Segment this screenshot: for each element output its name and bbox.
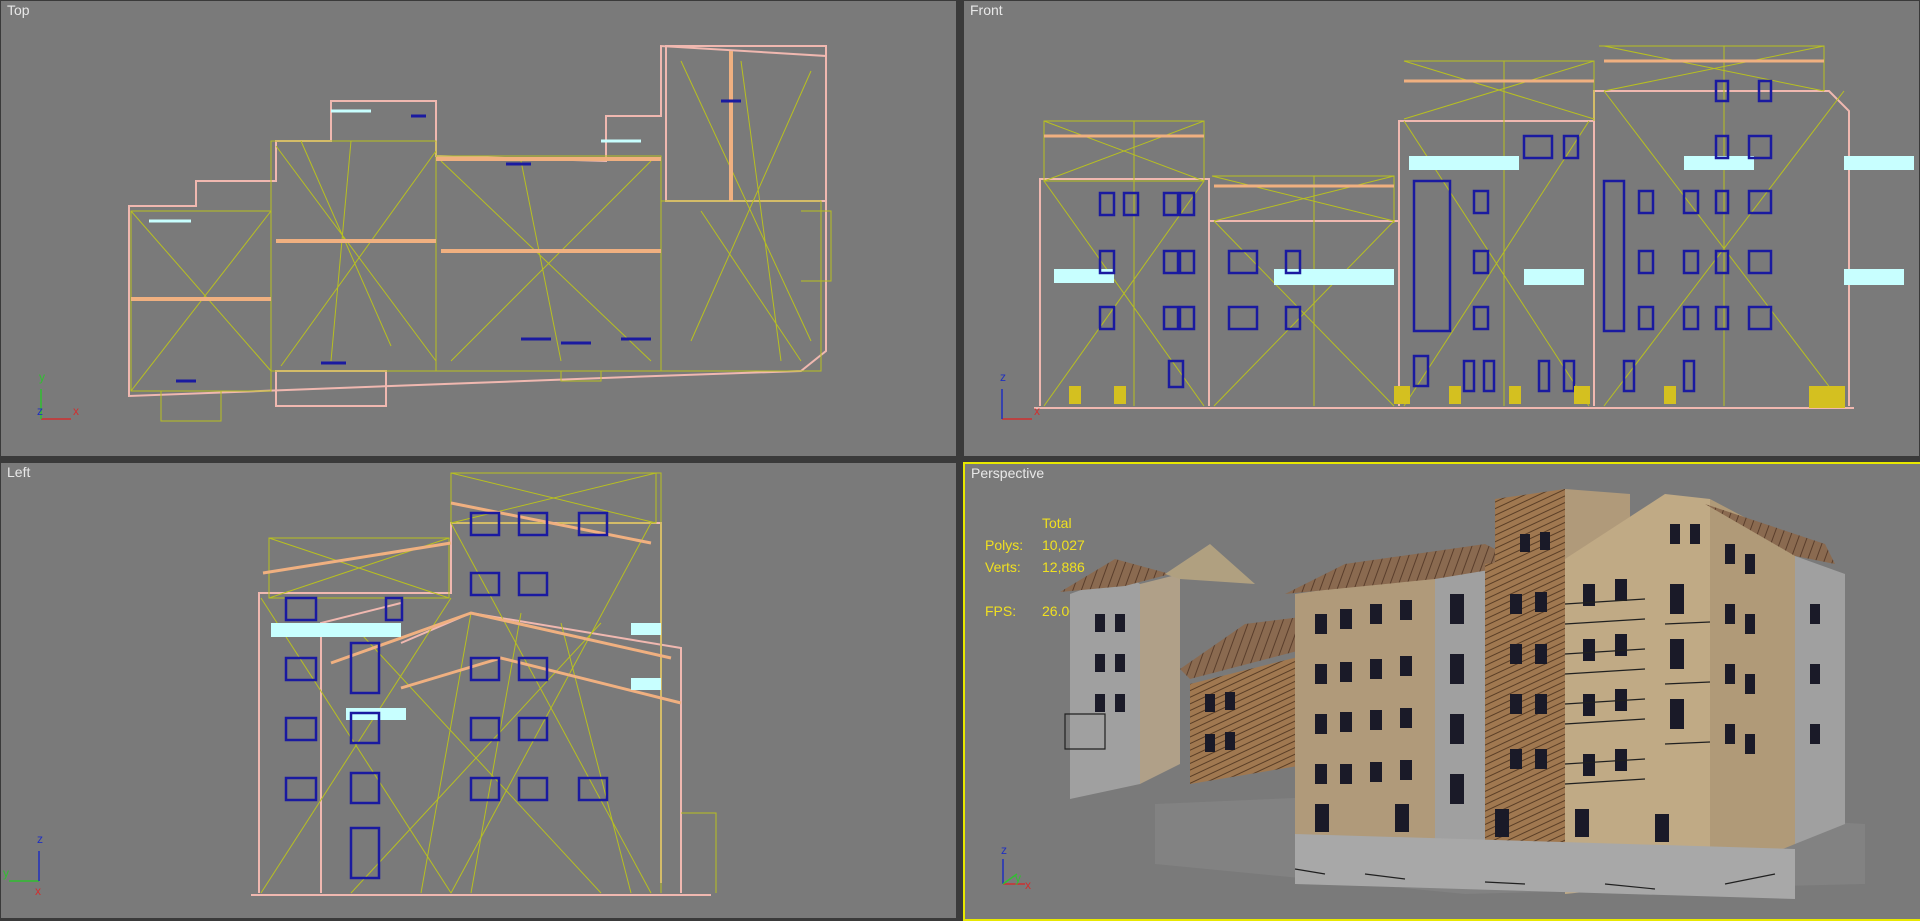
axis-z-label: z (1001, 843, 1007, 857)
viewport-top[interactable]: Top y z x (1, 1, 956, 456)
axis-z-label: z (1000, 370, 1006, 384)
front-wireframe: z x (1000, 45, 1914, 420)
axis-y-label: y (1015, 871, 1021, 885)
viewport-left[interactable]: Left z y x (1, 463, 956, 918)
axis-x-label: x (73, 404, 79, 418)
axis-z-label: z (37, 404, 43, 418)
perspective-render: z y x (1001, 489, 1865, 899)
axis-tripod-top: y z x (37, 370, 79, 420)
axis-x-label: x (35, 884, 41, 898)
viewport-perspective[interactable]: Perspective Total Polys: 10,027 Verts: 1… (963, 462, 1920, 921)
axis-y-label: y (39, 370, 45, 384)
axis-tripod-left: z y x (3, 832, 43, 898)
axis-y-label: y (3, 866, 9, 880)
axis-x-label: x (1025, 878, 1031, 892)
axis-tripod-front: z x (1000, 370, 1040, 420)
axis-z-label: z (37, 832, 43, 846)
left-wireframe: z y x (3, 472, 717, 898)
top-wireframe: y z x (37, 44, 832, 422)
axis-tripod-perspective: z y x (1001, 843, 1031, 892)
axis-x-label: x (1034, 404, 1040, 418)
viewport-front[interactable]: Front z x (964, 1, 1919, 456)
